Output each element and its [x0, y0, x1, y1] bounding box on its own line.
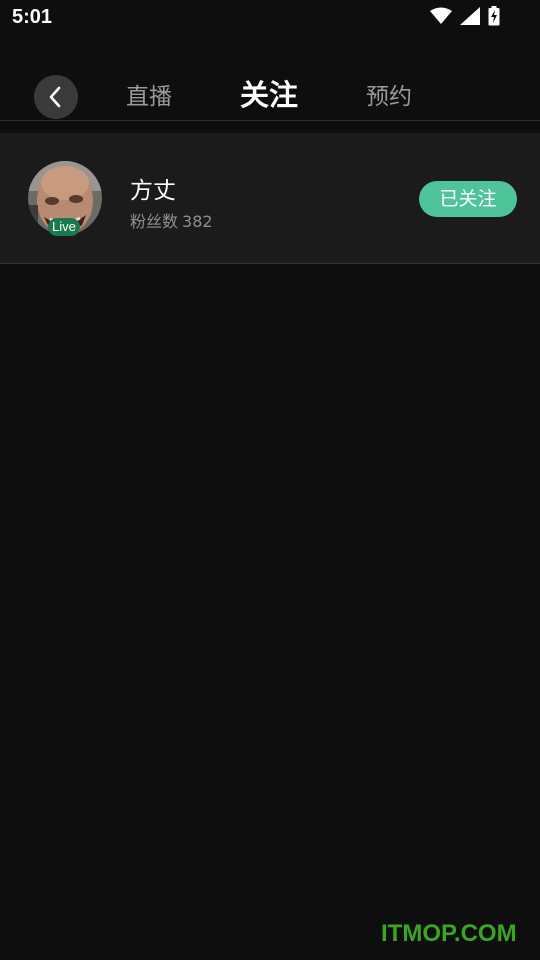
top-navigation: 直播 关注 预约 [0, 70, 540, 122]
chevron-left-icon [49, 86, 61, 108]
tab-follow[interactable]: 关注 [240, 78, 298, 112]
cellular-signal-icon [460, 7, 480, 25]
back-button[interactable] [34, 75, 78, 119]
followed-button[interactable]: 已关注 [419, 181, 517, 217]
nav-divider [0, 120, 540, 121]
list-item[interactable]: Live 方丈 粉丝数 382 已关注 [0, 133, 540, 264]
follow-list: Live 方丈 粉丝数 382 已关注 [0, 133, 540, 264]
status-icons [430, 6, 500, 26]
tab-live[interactable]: 直播 [126, 80, 172, 114]
fans-count: 382 [182, 212, 213, 231]
battery-charging-icon [488, 6, 500, 26]
status-time: 5:01 [12, 6, 53, 28]
wifi-icon [430, 7, 452, 24]
fans-label: 粉丝数 [130, 212, 179, 231]
watermark: ITMOP.COM [381, 920, 517, 947]
fans-count-row: 粉丝数 382 [130, 208, 217, 232]
tab-reserve[interactable]: 预约 [366, 80, 412, 114]
status-bar: 5:01 [0, 0, 540, 36]
streamer-name: 方丈 [130, 178, 176, 204]
live-badge: Live [48, 218, 80, 236]
